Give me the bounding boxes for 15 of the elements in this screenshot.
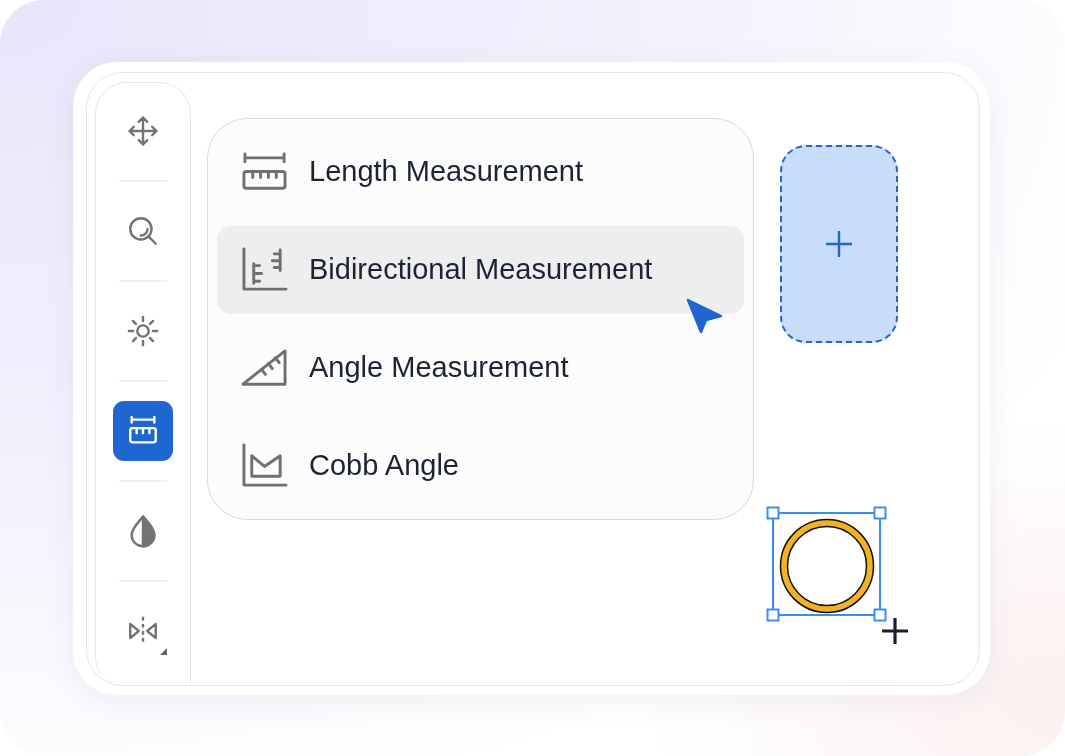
axes-ticks-icon bbox=[241, 247, 288, 293]
selection-box[interactable] bbox=[766, 506, 887, 622]
crosshair-icon bbox=[882, 618, 908, 644]
triangle-ruler-icon bbox=[241, 348, 288, 388]
search-icon bbox=[126, 214, 160, 248]
menu-item[interactable]: Bidirectional Measurement bbox=[217, 226, 744, 314]
sun-icon bbox=[126, 314, 160, 348]
move-icon bbox=[126, 114, 160, 148]
ruler-icon bbox=[241, 152, 288, 192]
plus-icon bbox=[826, 231, 852, 257]
axes-curve-icon bbox=[241, 443, 288, 489]
submenu-indicator-icon bbox=[160, 648, 167, 655]
pointer-icon bbox=[685, 297, 723, 334]
tool-button[interactable] bbox=[113, 401, 173, 461]
dashed-drop-zone[interactable] bbox=[780, 145, 898, 343]
